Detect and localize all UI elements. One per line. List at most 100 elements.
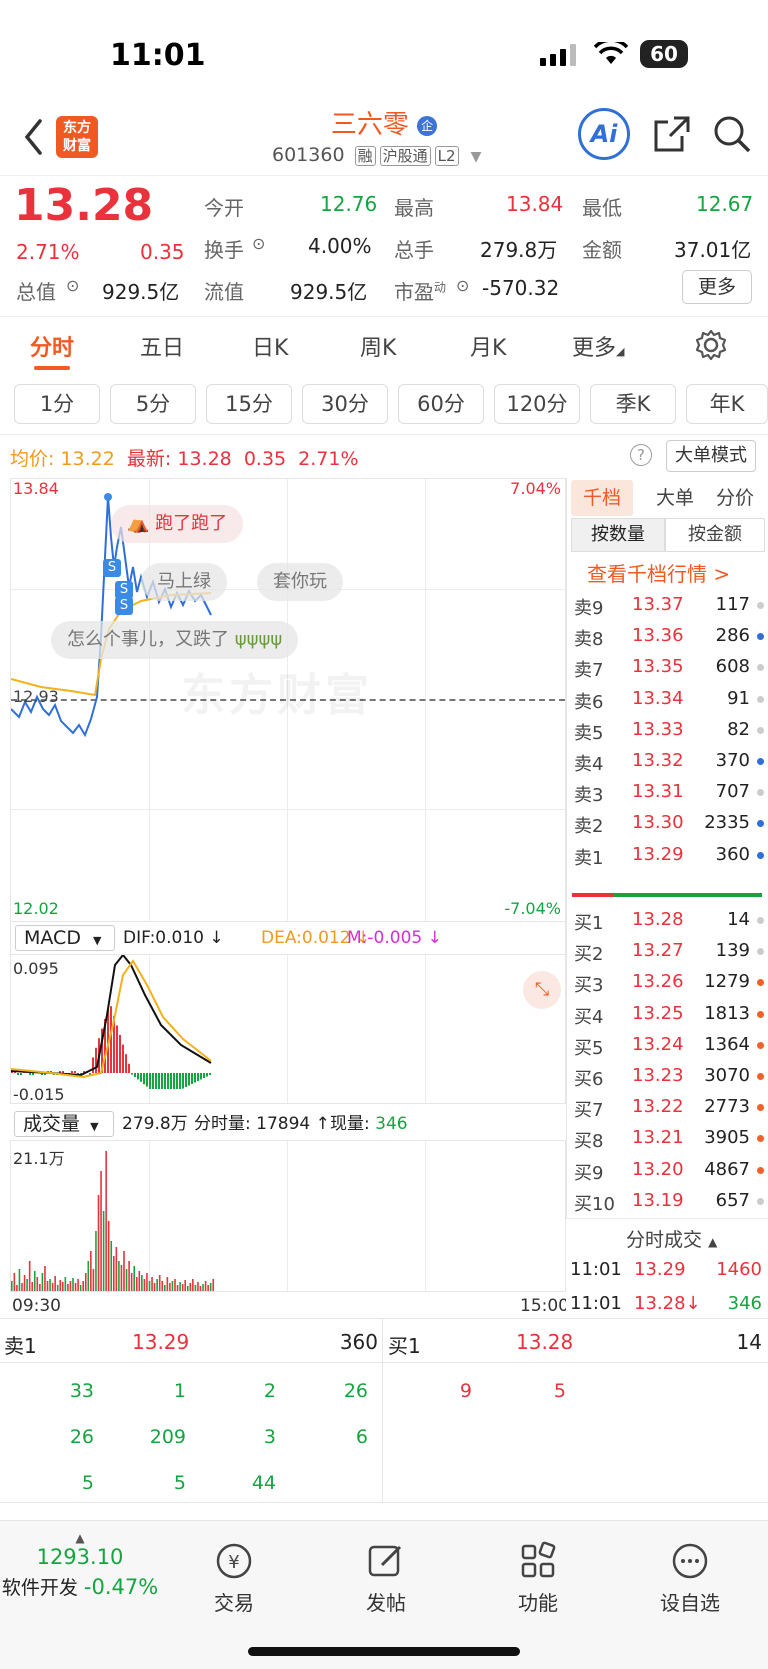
order-book-row[interactable]: 买9 13.20 4867 <box>572 1155 768 1188</box>
order-book-row[interactable]: 买4 13.25 1813 <box>572 999 768 1032</box>
order-book-row[interactable]: 卖9 13.37 117 <box>572 590 768 623</box>
tab-more[interactable]: 更多◢ <box>572 330 624 362</box>
big-order-mode-button[interactable]: 大单模式 <box>666 440 756 472</box>
volume-bar <box>171 1281 174 1291</box>
comment-bubble[interactable]: 套你玩 <box>257 563 343 601</box>
turnover-value: 4.00% <box>308 234 372 258</box>
expand-icon[interactable]: ⤡ <box>523 971 561 1009</box>
queue-sell-qty: 360 <box>339 1330 378 1354</box>
order-book-row[interactable]: 买3 13.26 1279 <box>572 967 768 1000</box>
tab-by-quantity[interactable]: 按数量 <box>571 518 665 552</box>
sell-marker-icon[interactable]: S <box>103 559 121 577</box>
chip-year-k[interactable]: 年K <box>686 384 768 424</box>
order-book-row[interactable]: 卖6 13.34 91 <box>572 684 768 717</box>
comment-bubble[interactable]: 马上绿 <box>141 563 227 601</box>
level-qty: 91 <box>727 687 750 709</box>
order-book-row[interactable]: 买8 13.21 3905 <box>572 1123 768 1156</box>
chip-15min[interactable]: 15分 <box>206 384 292 424</box>
sell-marker-icon[interactable]: S <box>115 597 133 615</box>
chip-1min[interactable]: 1分 <box>14 384 100 424</box>
volume-change-dot-icon <box>757 789 764 797</box>
tab-daily-k[interactable]: 日K <box>252 330 288 362</box>
tab-by-amount[interactable]: 按金额 <box>665 518 765 552</box>
trades-header[interactable]: 分时成交 ▲ <box>626 1225 717 1252</box>
chip-120min[interactable]: 120分 <box>494 384 580 424</box>
gear-icon[interactable] <box>694 328 728 362</box>
volume-bar <box>54 1276 56 1291</box>
x-start-label: 09:30 <box>12 1296 61 1316</box>
order-book-row[interactable]: 买1 13.28 14 <box>572 905 768 938</box>
tab-intraday[interactable]: 分时 <box>30 330 74 362</box>
order-book-row[interactable]: 买6 13.23 3070 <box>572 1061 768 1094</box>
nav-functions[interactable]: 功能 <box>488 1541 588 1616</box>
order-book-row[interactable]: 卖1 13.29 360 <box>572 840 768 873</box>
nav-trade[interactable]: ¥ 交易 <box>184 1541 284 1616</box>
search-icon[interactable] <box>712 114 752 154</box>
tab-price-dist[interactable]: 分价 <box>707 480 763 516</box>
macd-indicator-select[interactable]: MACD ▼ <box>15 925 115 951</box>
comment-bubble[interactable]: ⛺ 跑了跑了 <box>111 505 244 543</box>
volume-bar <box>151 1277 153 1291</box>
queue-sell-label: 卖1 <box>4 1334 37 1358</box>
tab-weekly-k[interactable]: 周K <box>360 330 396 362</box>
macd-bar <box>140 1073 142 1082</box>
tab-monthly-k[interactable]: 月K <box>470 330 506 362</box>
amount-label: 金额 <box>582 238 622 262</box>
macd-bar <box>137 1073 139 1080</box>
level-label: 卖8 <box>574 629 604 651</box>
index-change: -0.47% <box>83 1575 159 1599</box>
index-ticker[interactable]: ▲ 1293.10 软件开发 -0.47% <box>0 1531 160 1600</box>
volume-indicator-select[interactable]: 成交量 ▼ <box>14 1111 114 1137</box>
nav-add-watchlist[interactable]: 设自选 <box>640 1541 740 1616</box>
nav-post[interactable]: 发帖 <box>336 1541 436 1616</box>
order-book-row[interactable]: 卖7 13.35 608 <box>572 652 768 685</box>
order-book-row[interactable]: 卖2 13.30 2335 <box>572 808 768 841</box>
more-button[interactable]: 更多 <box>682 270 752 304</box>
level-qty: 2335 <box>704 812 750 834</box>
latest-percent: 2.71% <box>298 448 359 470</box>
enterprise-badge-icon: 企 <box>417 115 438 136</box>
volume-bar <box>123 1251 125 1291</box>
high-point-marker <box>104 493 112 501</box>
tab-big-orders[interactable]: 大单 <box>647 480 703 516</box>
depth-link[interactable]: 查看千档行情 > <box>587 558 730 587</box>
chip-5min[interactable]: 5分 <box>110 384 196 424</box>
order-book-row[interactable]: 买7 13.22 2773 <box>572 1092 768 1125</box>
macd-y-top: 0.095 <box>13 959 59 978</box>
tick-volume: 分时量: 17894 ↑ <box>194 1114 330 1134</box>
chip-30min[interactable]: 30分 <box>302 384 388 424</box>
share-icon[interactable] <box>652 114 692 154</box>
macd-chart[interactable]: 0.095 -0.015 ⤡ <box>10 954 566 1104</box>
order-book-row[interactable]: 卖8 13.36 286 <box>572 621 768 654</box>
volume-chart[interactable]: 21.1万 <box>10 1140 566 1292</box>
chip-60min[interactable]: 60分 <box>398 384 484 424</box>
price-chart[interactable]: 东方财富 13.84 12.93 12.02 7.04% -7.04% ⛺ 跑了… <box>10 478 566 922</box>
level-price: 13.37 <box>632 594 684 615</box>
comment-bubble[interactable]: 怎么个事儿，又跌了 ψψψψ <box>51 621 299 659</box>
order-book-row[interactable]: 卖3 13.31 707 <box>572 777 768 810</box>
level-price: 13.31 <box>632 781 684 803</box>
order-book-row[interactable]: 买10 13.19 657 <box>572 1186 768 1219</box>
volume-bar <box>49 1279 51 1291</box>
level-label: 买5 <box>574 1037 604 1059</box>
tab-depth[interactable]: 千档 <box>571 480 633 516</box>
order-book-row[interactable]: 卖5 13.33 82 <box>572 715 768 748</box>
info-icon[interactable]: ⊙ <box>252 234 265 253</box>
info-icon[interactable]: ⊙ <box>456 276 469 295</box>
order-book-row[interactable]: 买2 13.27 139 <box>572 936 768 969</box>
info-icon[interactable]: ⊙ <box>66 276 79 295</box>
order-book-row[interactable]: 买5 13.24 1364 <box>572 1030 768 1063</box>
queue-order-size: 26 <box>69 1426 94 1448</box>
queue-order-size: 1 <box>173 1380 186 1402</box>
chip-quarter-k[interactable]: 季K <box>590 384 676 424</box>
level-qty: 2773 <box>704 1096 750 1118</box>
level-qty: 286 <box>715 625 750 647</box>
macd-bar <box>158 1073 160 1089</box>
dropdown-caret-icon[interactable]: ▼ <box>471 149 482 165</box>
change-amount: 0.35 <box>140 240 185 264</box>
help-icon[interactable]: ? <box>630 444 652 466</box>
level-price: 13.29 <box>632 843 684 865</box>
tab-five-day[interactable]: 五日 <box>140 330 184 362</box>
ai-assistant-button[interactable]: Ai <box>578 108 630 160</box>
order-book-row[interactable]: 卖4 13.32 370 <box>572 746 768 779</box>
